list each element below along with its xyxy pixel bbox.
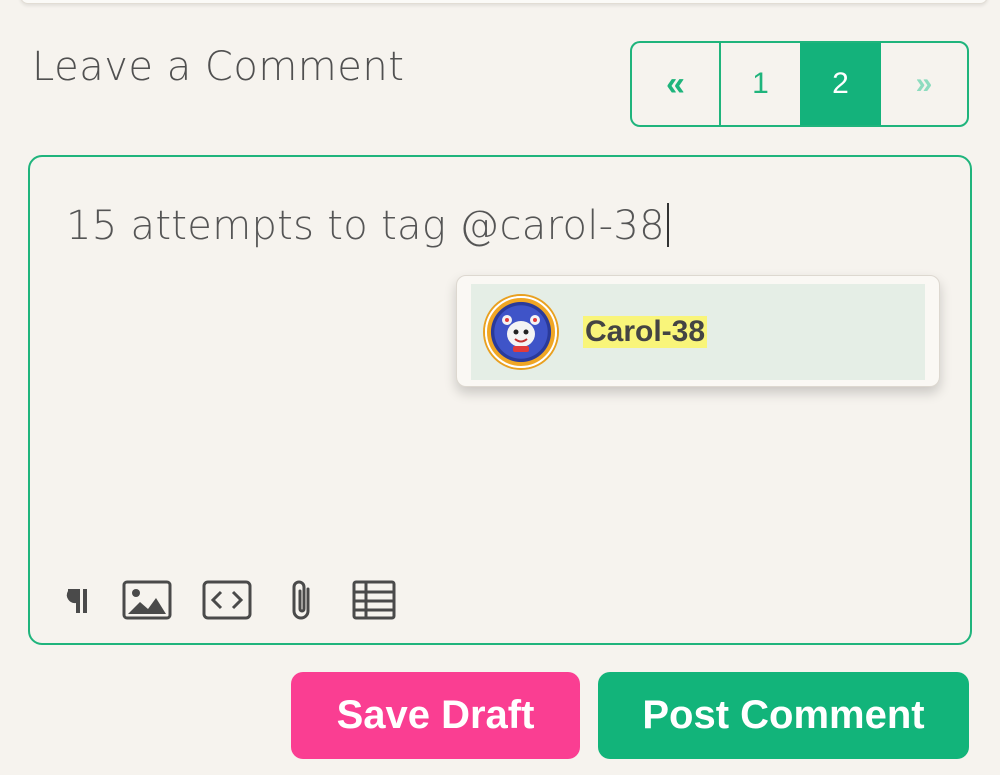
- paperclip-icon[interactable]: [282, 575, 322, 625]
- comment-editor[interactable]: 15 attempts to tag @carol-38 Carol-38: [28, 155, 972, 645]
- table-icon[interactable]: [352, 575, 396, 625]
- post-comment-button[interactable]: Post Comment: [598, 672, 969, 759]
- mention-dropdown: Carol-38: [456, 275, 940, 387]
- section-heading: Leave a Comment: [32, 44, 405, 90]
- text-caret: [666, 203, 669, 247]
- comment-text: 15 attempts to tag @carol-38: [66, 203, 665, 249]
- prev-page-button[interactable]: «: [632, 43, 721, 125]
- comment-textarea[interactable]: 15 attempts to tag @carol-38: [66, 203, 669, 249]
- cartoon-avatar-icon: [502, 315, 540, 352]
- mention-name: Carol-38: [583, 315, 708, 348]
- page-2-button[interactable]: 2: [800, 43, 881, 125]
- save-draft-button[interactable]: Save Draft: [291, 672, 580, 759]
- code-icon[interactable]: [202, 575, 252, 625]
- mention-option[interactable]: Carol-38: [471, 284, 925, 380]
- next-page-button[interactable]: »: [881, 43, 967, 125]
- image-icon[interactable]: [122, 575, 172, 625]
- paragraph-icon[interactable]: [64, 575, 92, 625]
- pagination: « 1 2 »: [630, 41, 969, 127]
- avatar: [485, 296, 557, 368]
- editor-toolbar: [64, 575, 426, 625]
- page-1-button[interactable]: 1: [721, 43, 800, 125]
- previous-card-edge: [20, 0, 988, 4]
